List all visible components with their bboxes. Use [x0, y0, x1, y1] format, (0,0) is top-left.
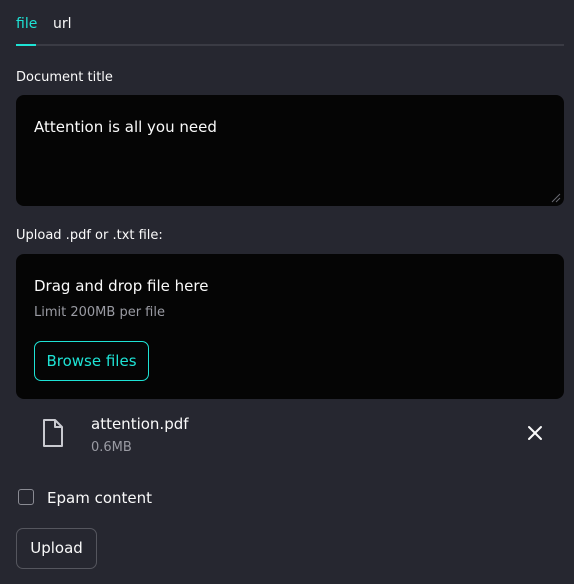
file-name: attention.pdf — [91, 415, 189, 433]
tab-divider — [16, 44, 564, 46]
document-title-input[interactable]: Attention is all you need — [16, 95, 564, 206]
epam-content-checkbox[interactable] — [18, 489, 34, 505]
browse-files-button[interactable]: Browse files — [34, 341, 149, 381]
uploaded-file-item: attention.pdf 0.6MB — [16, 405, 564, 461]
upload-button[interactable]: Upload — [16, 528, 97, 569]
upload-form: file url Document title Attention is all… — [0, 0, 574, 584]
close-icon[interactable] — [527, 425, 543, 441]
epam-content-label[interactable]: Epam content — [47, 488, 152, 508]
document-title-value: Attention is all you need — [34, 118, 217, 136]
tab-bar: file url — [16, 0, 564, 46]
dropzone-title: Drag and drop file here — [34, 277, 209, 295]
dropzone-limit: Limit 200MB per file — [34, 305, 165, 320]
tab-file[interactable]: file — [16, 14, 37, 34]
resize-grip-icon[interactable] — [551, 193, 561, 203]
file-icon — [43, 419, 63, 447]
tab-url[interactable]: url — [53, 14, 72, 34]
upload-label: Upload .pdf or .txt file: — [16, 228, 163, 243]
file-size: 0.6MB — [91, 440, 132, 455]
document-title-label: Document title — [16, 70, 113, 85]
file-dropzone[interactable]: Drag and drop file here Limit 200MB per … — [16, 254, 564, 399]
active-tab-indicator — [16, 44, 36, 46]
